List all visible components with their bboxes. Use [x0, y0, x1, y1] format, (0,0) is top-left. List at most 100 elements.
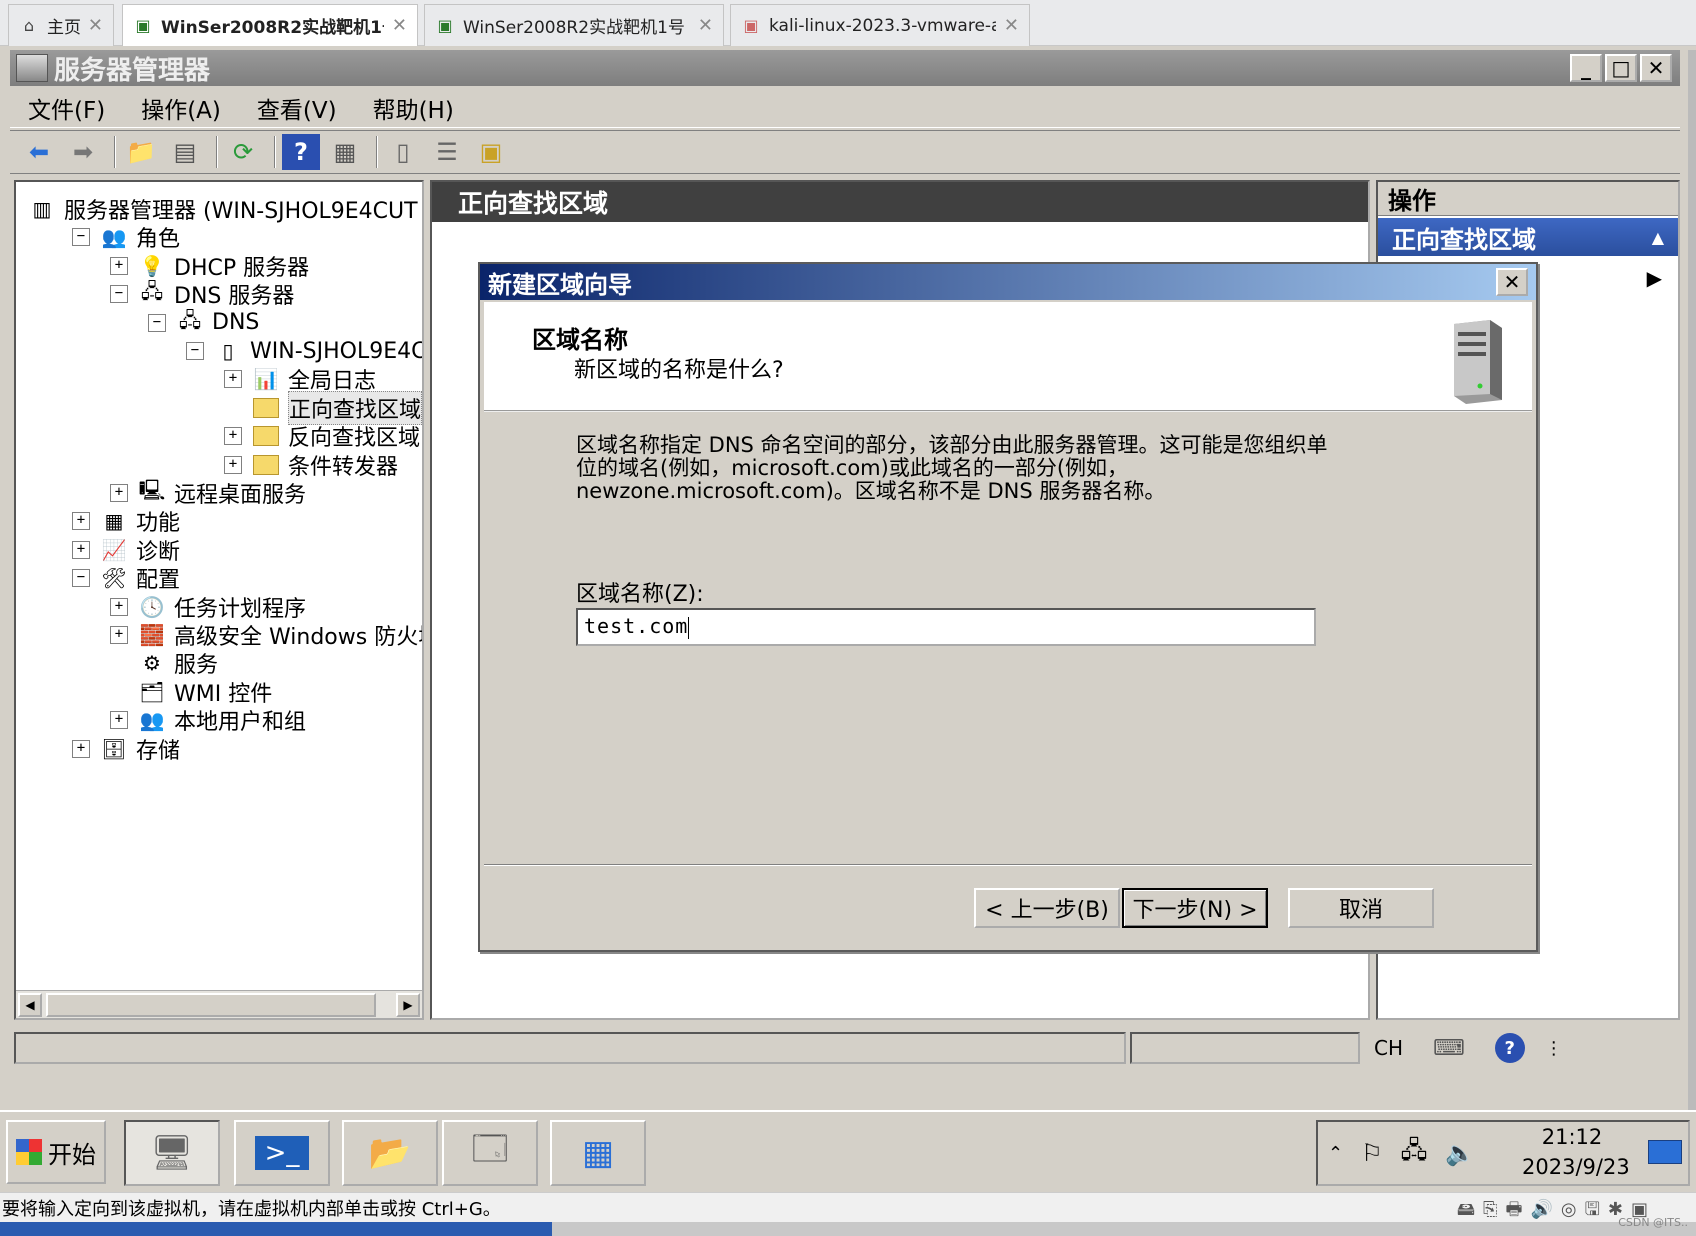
volume-icon[interactable]: 🔈 — [1445, 1139, 1475, 1167]
tree-node-label: 诊断 — [136, 539, 181, 565]
tree-node[interactable]: + 📈 诊断 — [72, 535, 180, 565]
back-arrow-icon[interactable]: ⬅ — [20, 134, 58, 170]
tree-node-icon: 📈 — [101, 537, 127, 562]
vmware-status-text: 要将输入定向到该虚拟机，请在虚拟机内部单击或按 Ctrl+G。 — [2, 1198, 501, 1220]
tree-node[interactable]: + 👥 本地用户和组 — [110, 705, 306, 735]
collapse-icon[interactable]: − — [72, 569, 90, 588]
close-icon[interactable]: ✕ — [392, 15, 407, 36]
tree-node[interactable]: − 🖧 DNS 服务器 — [110, 279, 294, 309]
taskbar-server-manager[interactable]: 🖥 — [124, 1120, 220, 1186]
tree-node[interactable]: + 🖳 远程桌面服务 — [110, 478, 306, 508]
tree-node[interactable]: ⚙ 服务 — [110, 648, 218, 678]
expand-icon[interactable]: + — [72, 512, 90, 531]
more-actions-arrow-icon[interactable]: ▶ — [1647, 266, 1662, 290]
tree-node[interactable]: + 🕓 任务计划程序 — [110, 592, 306, 622]
collapse-icon[interactable]: − — [186, 342, 204, 360]
tab-winser-1[interactable]: ▣ WinSer2008R2实战靶机1号 ✕ — [122, 4, 418, 46]
dialog-close-button[interactable]: ✕ — [1496, 268, 1528, 296]
expand-icon[interactable]: + — [110, 597, 128, 616]
dialog-titlebar[interactable]: 新建区域向导 ✕ — [480, 264, 1536, 300]
tab-winser-2[interactable]: ▣ WinSer2008R2实战靶机1号 的... ✕ — [424, 4, 724, 46]
expand-icon[interactable]: + — [110, 626, 128, 644]
collapse-up-icon[interactable]: ▲ — [1652, 228, 1664, 247]
help-icon[interactable]: ? — [282, 134, 320, 170]
keyboard-icon[interactable]: ⌨ — [1433, 1036, 1465, 1061]
forward-arrow-icon[interactable]: ➡ — [64, 134, 102, 170]
collapse-icon[interactable]: − — [148, 313, 166, 332]
scroll-left-icon[interactable]: ◀ — [18, 993, 42, 1017]
show-hide-tree-icon[interactable]: ▤ — [166, 134, 204, 170]
up-folder-icon[interactable]: 📁 — [122, 134, 160, 170]
tab-kali[interactable]: ▣ kali-linux-2023.3-vmware-am... ✕ — [730, 4, 1030, 46]
tree-horizontal-scrollbar[interactable]: ◀ ▶ — [16, 990, 422, 1018]
show-action-pane-icon[interactable]: ▦ — [326, 134, 364, 170]
expand-icon[interactable]: + — [110, 711, 128, 730]
taskbar-powershell[interactable]: >_ — [234, 1120, 330, 1186]
tree-node[interactable]: 🗂 WMI 控件 — [110, 677, 272, 707]
results-pane-header: 正向查找区域 — [432, 182, 1368, 222]
minimize-button[interactable]: _ — [1570, 54, 1602, 82]
expand-icon[interactable]: + — [110, 256, 128, 275]
tree-node[interactable]: −▯ WIN-SJHOL9E4CUT — [186, 336, 422, 366]
menu-view[interactable]: 查看(V) — [257, 91, 337, 125]
tab-home[interactable]: ⌂ 主页 ✕ — [8, 4, 114, 46]
tree-node[interactable]: + 反向查找区域 — [224, 421, 420, 451]
expand-icon[interactable]: + — [224, 370, 242, 389]
help-icon[interactable]: ? — [1494, 1033, 1525, 1063]
clock-date: 2023/9/23 — [1522, 1155, 1630, 1179]
tree-node-icon: 🗂 — [139, 679, 165, 704]
tree-node[interactable]: ▥ 服务器管理器 (WIN-SJHOL9E4CUT — [28, 194, 418, 224]
menu-help[interactable]: 帮助(H) — [373, 91, 454, 125]
next-button[interactable]: 下一步(N) > — [1122, 888, 1268, 928]
expand-icon[interactable]: + — [72, 739, 90, 758]
close-icon[interactable]: ✕ — [698, 15, 713, 36]
zone-name-input[interactable]: test.com — [576, 608, 1316, 646]
flag-icon[interactable]: ⚐ — [1361, 1139, 1383, 1167]
expand-icon[interactable]: + — [110, 484, 128, 502]
scroll-right-icon[interactable]: ▶ — [396, 993, 420, 1017]
actions-section-forward-lookup[interactable]: 正向查找区域 ▲ — [1378, 218, 1678, 256]
toolbar-separator — [376, 136, 378, 168]
window-titlebar[interactable]: 服务器管理器 _ □ ✕ — [10, 50, 1680, 86]
tree-node[interactable]: − 🛠 配置 — [72, 563, 180, 593]
expand-icon[interactable]: + — [224, 427, 242, 446]
folder-icon — [252, 452, 280, 478]
tree-node[interactable]: + 🗄 存储 — [72, 734, 180, 764]
tree-node[interactable]: − 🖧 DNS — [148, 308, 259, 338]
close-icon[interactable]: ✕ — [1004, 15, 1019, 36]
taskbar-explorer[interactable]: 📂 — [342, 1120, 438, 1186]
menu-action[interactable]: 操作(A) — [141, 91, 221, 125]
menu-file[interactable]: 文件(F) — [28, 91, 105, 125]
close-button[interactable]: ✕ — [1640, 54, 1672, 82]
tree-node[interactable]: + ▦ 功能 — [72, 506, 180, 536]
close-icon[interactable]: ✕ — [88, 15, 103, 36]
collapse-icon[interactable]: − — [72, 228, 90, 247]
show-hidden-icons-icon[interactable]: ⌃ — [1328, 1143, 1343, 1164]
expand-icon[interactable]: + — [224, 455, 242, 474]
server-icon[interactable]: ▯ — [384, 134, 422, 170]
overflow-icon[interactable]: ⋮ — [1545, 1038, 1563, 1059]
collapse-icon[interactable]: − — [110, 285, 128, 304]
cancel-button[interactable]: 取消 — [1288, 888, 1434, 928]
maximize-button[interactable]: □ — [1605, 54, 1637, 82]
expand-icon[interactable]: + — [72, 540, 90, 559]
taskbar-control-panel[interactable]: ▦ — [550, 1120, 646, 1186]
taskbar-app[interactable]: 🗔 — [442, 1120, 538, 1186]
tab-strip: ⌂ 主页 ✕ ▣ WinSer2008R2实战靶机1号 ✕ ▣ WinSer20… — [0, 0, 1696, 46]
tree-node[interactable]: + 条件转发器 — [224, 450, 398, 480]
properties-icon[interactable]: ▣ — [472, 134, 510, 170]
start-button[interactable]: 开始 — [6, 1120, 106, 1184]
tree-node[interactable]: 正向查找区域 — [224, 390, 422, 425]
list-icon[interactable]: ☰ — [428, 134, 466, 170]
tree-node[interactable]: + 🧱 高级安全 Windows 防火墙 — [110, 620, 422, 650]
network-icon[interactable]: 🖧 — [1401, 1133, 1428, 1174]
ime-indicator[interactable]: CH — [1374, 1036, 1403, 1060]
browser-scrollbar[interactable] — [1688, 50, 1696, 1110]
back-button[interactable]: < 上一步(B) — [974, 888, 1120, 928]
clock[interactable]: 21:12 2023/9/23 — [1522, 1122, 1630, 1182]
refresh-icon[interactable]: ⟳ — [224, 134, 262, 170]
scroll-thumb[interactable] — [46, 993, 376, 1017]
show-desktop-icon[interactable] — [1648, 1140, 1682, 1164]
tree-node[interactable]: − 👥 角色 — [72, 222, 180, 252]
tree-node-icon: 🖳 — [138, 478, 166, 502]
